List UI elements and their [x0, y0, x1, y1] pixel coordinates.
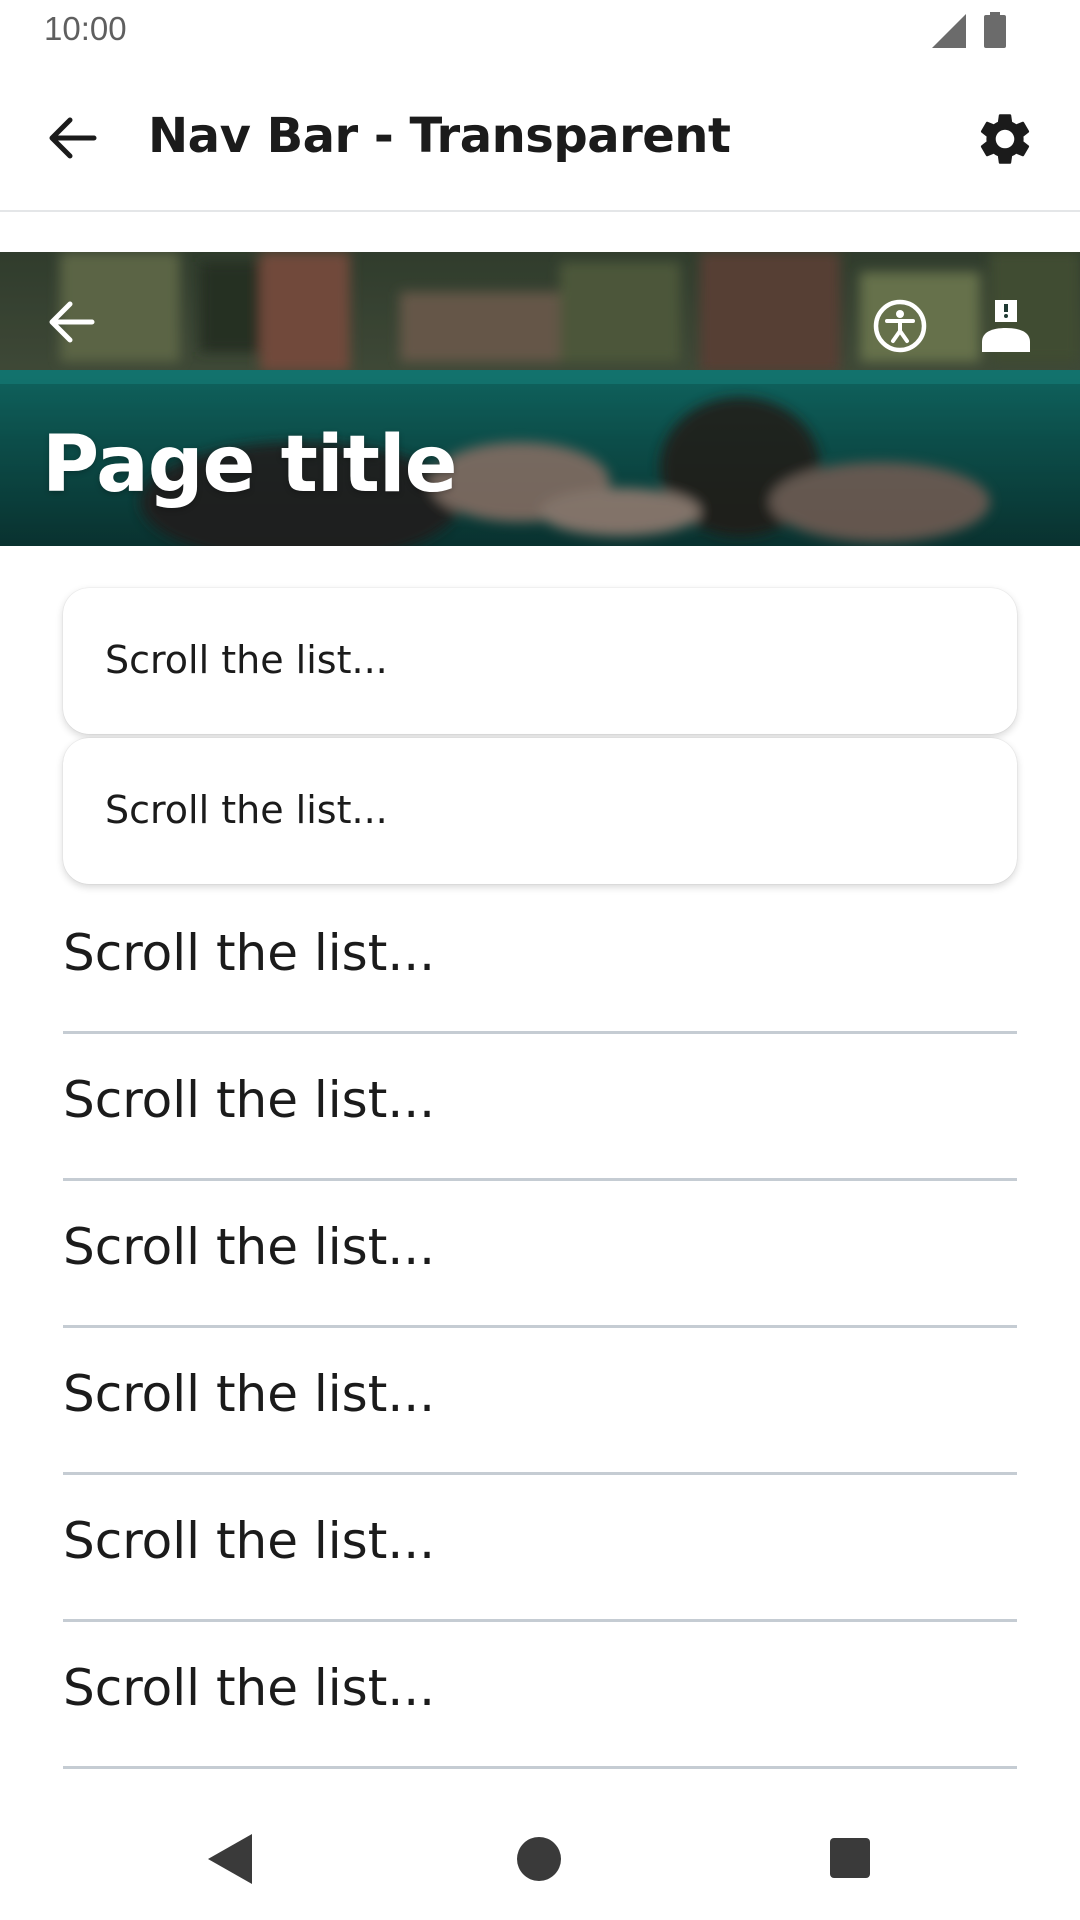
- list-item-label: Scroll the list...: [63, 1512, 436, 1570]
- list-item[interactable]: Scroll the list...: [63, 1623, 1017, 1769]
- list-card[interactable]: Scroll the list...: [63, 588, 1017, 734]
- accessibility-icon[interactable]: [872, 298, 928, 354]
- list-item-label: Scroll the list...: [63, 924, 436, 982]
- arrow-back-icon[interactable]: [42, 108, 102, 168]
- nav-recents-icon[interactable]: [830, 1838, 870, 1878]
- list-item-label: Scroll the list...: [63, 1365, 436, 1423]
- list-item[interactable]: Scroll the list...: [63, 1182, 1017, 1328]
- cell-signal-icon: [932, 14, 966, 48]
- gear-icon[interactable]: [974, 108, 1036, 170]
- status-time: 10:00: [44, 10, 127, 47]
- page-title: Page title: [42, 420, 458, 510]
- list-item[interactable]: Scroll the list...: [63, 1476, 1017, 1622]
- list-item[interactable]: Scroll the list...: [63, 1329, 1017, 1475]
- person-icon[interactable]: [980, 296, 1032, 352]
- status-bar: 10:00: [0, 0, 1080, 62]
- list-item-label: Scroll the list...: [63, 1659, 436, 1717]
- app-bar-title: Nav Bar - Transparent: [148, 108, 731, 164]
- list-item-label: Scroll the list...: [63, 1218, 436, 1276]
- list-card-label: Scroll the list...: [105, 638, 388, 682]
- arrow-back-icon[interactable]: [44, 294, 100, 350]
- nav-home-icon[interactable]: [516, 1836, 562, 1882]
- list-item[interactable]: Scroll the list...: [63, 1035, 1017, 1181]
- list-card-label: Scroll the list...: [105, 788, 388, 832]
- list-item-label: Scroll the list...: [63, 1071, 436, 1129]
- list-item[interactable]: Scroll the list...: [63, 888, 1017, 1034]
- nav-back-icon[interactable]: [206, 1834, 252, 1884]
- app-bar: Nav Bar - Transparent: [0, 62, 1080, 212]
- list-card[interactable]: Scroll the list...: [63, 738, 1017, 884]
- system-nav-bar: [0, 1800, 1080, 1920]
- battery-icon: [984, 12, 1006, 48]
